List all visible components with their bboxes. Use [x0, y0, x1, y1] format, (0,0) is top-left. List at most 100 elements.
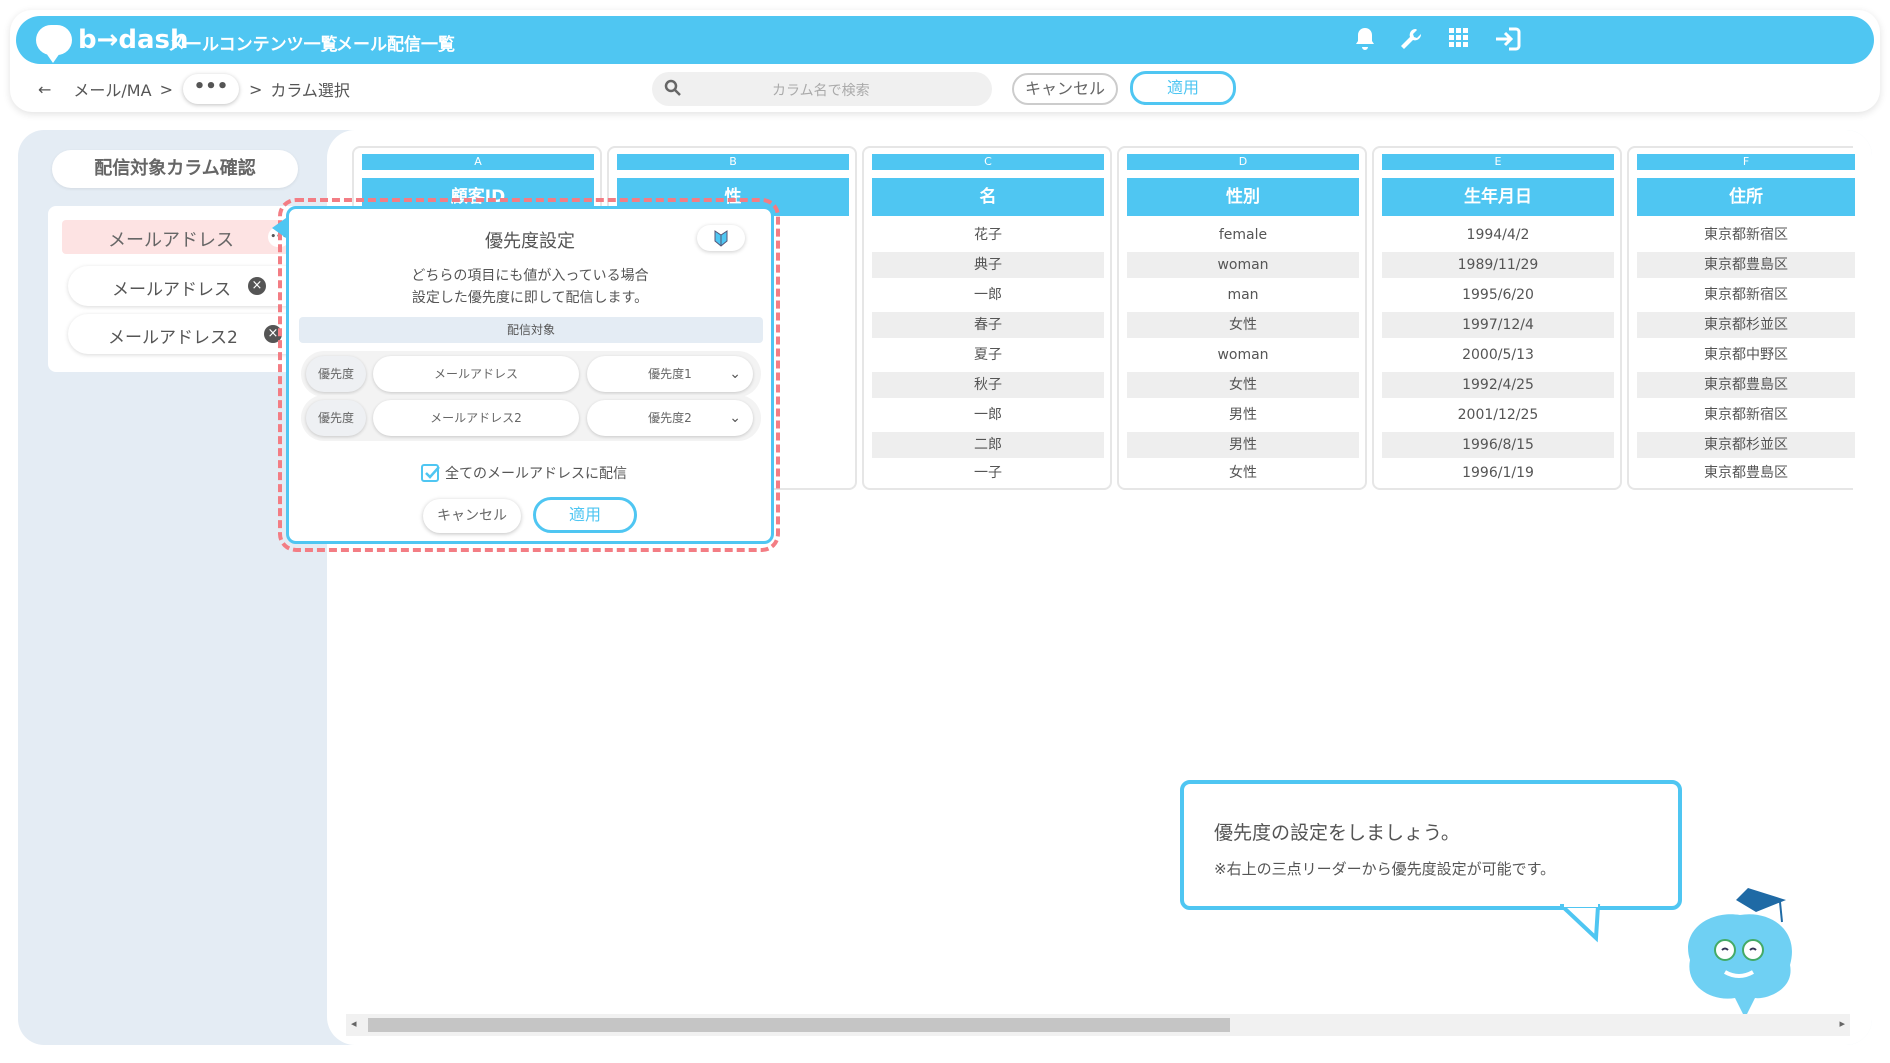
tooltip-note: ※右上の三点リーダーから優先度設定が可能です。 [1214, 860, 1556, 878]
breadcrumb: ← メール/MA > ••• > カラム選択 [38, 74, 350, 104]
cancel-button[interactable]: キャンセル [1012, 73, 1118, 105]
priority-select[interactable]: 優先度2 ⌄ [587, 400, 753, 436]
table-cell: 東京都新宿区 [1704, 287, 1788, 303]
table-cell: 1994/4/2 [1466, 227, 1530, 243]
list-item-label: メールアドレス [108, 230, 234, 251]
top-nav-bar: b→dash メールコンテンツ一覧 メール配信一覧 [16, 16, 1874, 64]
column-header[interactable]: 性別 [1127, 178, 1359, 216]
priority-tag: 優先度 [306, 400, 366, 436]
priority-select-value: 優先度1 [648, 367, 692, 381]
table-cell: 二郎 [872, 432, 1104, 458]
table-cell: 花子 [974, 227, 1002, 243]
nav-mail-contents[interactable]: メールコンテンツ一覧 [168, 30, 338, 55]
breadcrumb-separator: > [159, 79, 173, 99]
table-column[interactable]: D 性別 female woman man 女性 woman 女性 男性 男性 … [1117, 146, 1367, 490]
table-cell: 1995/6/20 [1462, 287, 1534, 303]
table-cell: man [1227, 287, 1259, 303]
beginner-mark-icon[interactable] [697, 225, 745, 251]
chevron-down-icon: ⌄ [729, 410, 741, 426]
priority-field: メールアドレス [373, 356, 579, 392]
search-icon [664, 79, 682, 101]
tooltip-title: 優先度の設定をしましょう。 [1214, 822, 1460, 844]
popup-description-2: 設定した優先度に即して配信します。 [411, 290, 649, 306]
apply-button[interactable]: 適用 [1130, 71, 1236, 105]
checkbox[interactable] [421, 464, 440, 482]
table-cell: 1996/1/19 [1462, 465, 1534, 481]
table-cell: 1997/12/4 [1382, 312, 1614, 338]
chevron-down-icon: ⌄ [729, 366, 741, 382]
breadcrumb-more-button[interactable]: ••• [182, 74, 239, 104]
breadcrumb-current: カラム選択 [270, 81, 350, 100]
column-header[interactable]: 住所 [1637, 178, 1855, 216]
remove-icon[interactable]: × [248, 277, 266, 295]
table-cell: 2000/5/13 [1462, 347, 1534, 363]
left-panel-title: 配信対象カラム確認 [52, 150, 298, 188]
column-letter: B [617, 154, 849, 170]
column-letter: D [1127, 154, 1359, 170]
table-cell: 典子 [872, 252, 1104, 278]
table-cell: 秋子 [872, 372, 1104, 398]
table-cell: 一郎 [974, 287, 1002, 303]
table-cell: 東京都豊島区 [1637, 372, 1855, 398]
breadcrumb-separator: > [248, 79, 263, 99]
horizontal-scrollbar[interactable]: ◂ ▸ [346, 1014, 1850, 1036]
table-cell: 男性 [1229, 407, 1257, 423]
table-cell: 2001/12/25 [1457, 407, 1539, 423]
table-cell: female [1218, 227, 1268, 243]
table-cell: 女性 [1229, 465, 1257, 481]
list-item-label: メールアドレス2 [108, 328, 238, 348]
priority-settings-popup: 優先度設定 どちらの項目にも値が入っている場合 設定した優先度に即して配信します… [286, 206, 774, 544]
popup-pointer [272, 218, 286, 238]
list-item[interactable]: メールアドレス × [68, 266, 312, 306]
table-cell: 春子 [872, 312, 1104, 338]
deliver-all-checkbox-row[interactable]: 全てのメールアドレスに配信 [421, 463, 627, 483]
table-cell: 女性 [1127, 372, 1359, 398]
column-header[interactable]: 生年月日 [1382, 178, 1614, 216]
logout-icon[interactable] [1492, 26, 1522, 56]
table-cell: woman [1127, 252, 1359, 278]
table-column[interactable]: C 名 花子 典子 一郎 春子 夏子 秋子 一郎 二郎 一子 [862, 146, 1112, 490]
popup-description-1: どちらの項目にも値が入っている場合 [411, 268, 649, 284]
table-cell: 東京都豊島区 [1704, 465, 1788, 481]
list-item[interactable]: メールアドレス2 × [68, 314, 312, 354]
scrollbar-thumb[interactable] [368, 1018, 1230, 1032]
nav-mail-delivery[interactable]: メール配信一覧 [336, 30, 455, 55]
table-cell: 一子 [974, 465, 1002, 481]
popup-apply-button[interactable]: 適用 [533, 497, 637, 533]
back-arrow-icon[interactable]: ← [38, 80, 51, 99]
popup-cancel-button[interactable]: キャンセル [423, 499, 521, 533]
column-letter: C [872, 154, 1104, 170]
table-column[interactable]: E 生年月日 1994/4/2 1989/11/29 1995/6/20 199… [1372, 146, 1622, 490]
table-cell: 東京都新宿区 [1704, 227, 1788, 243]
table-cell: 1992/4/25 [1382, 372, 1614, 398]
table-cell: 女性 [1127, 312, 1359, 338]
priority-row: 優先度 メールアドレス2 優先度2 ⌄ [301, 395, 761, 441]
list-item-label: メールアドレス [112, 280, 231, 300]
priority-select[interactable]: 優先度1 ⌄ [587, 356, 753, 392]
table-cell: woman [1217, 347, 1269, 363]
breadcrumb-root[interactable]: メール/MA [73, 77, 151, 101]
brand-logo[interactable]: b→dash [36, 22, 189, 63]
table-cell: 東京都豊島区 [1637, 252, 1855, 278]
search-input[interactable]: カラム名で検索 [652, 72, 992, 106]
scroll-right-icon[interactable]: ▸ [1839, 1017, 1845, 1030]
tooltip-tail-icon [1560, 904, 1601, 943]
column-letter: F [1637, 154, 1855, 170]
table-column[interactable]: F 住所 東京都新宿区 東京都豊島区 東京都新宿区 東京都杉並区 東京都中野区 … [1627, 146, 1855, 490]
table-cell: 東京都杉並区 [1637, 432, 1855, 458]
table-cell: 1989/11/29 [1382, 252, 1614, 278]
scroll-left-icon[interactable]: ◂ [351, 1017, 357, 1030]
table-cell: 東京都新宿区 [1704, 407, 1788, 423]
list-item-selected[interactable]: メールアドレス ••• [62, 220, 292, 254]
grid-icon[interactable] [1444, 26, 1474, 56]
priority-field: メールアドレス2 [373, 400, 579, 436]
column-letter: E [1382, 154, 1614, 170]
table-cell: 東京都中野区 [1704, 347, 1788, 363]
table-cell: 一郎 [974, 407, 1002, 423]
column-letter: A [362, 154, 594, 170]
logo-bubble-icon [36, 25, 72, 63]
wrench-icon[interactable] [1396, 26, 1426, 56]
bell-icon[interactable] [1350, 26, 1380, 56]
priority-select-value: 優先度2 [648, 411, 692, 425]
column-header[interactable]: 名 [872, 178, 1104, 216]
